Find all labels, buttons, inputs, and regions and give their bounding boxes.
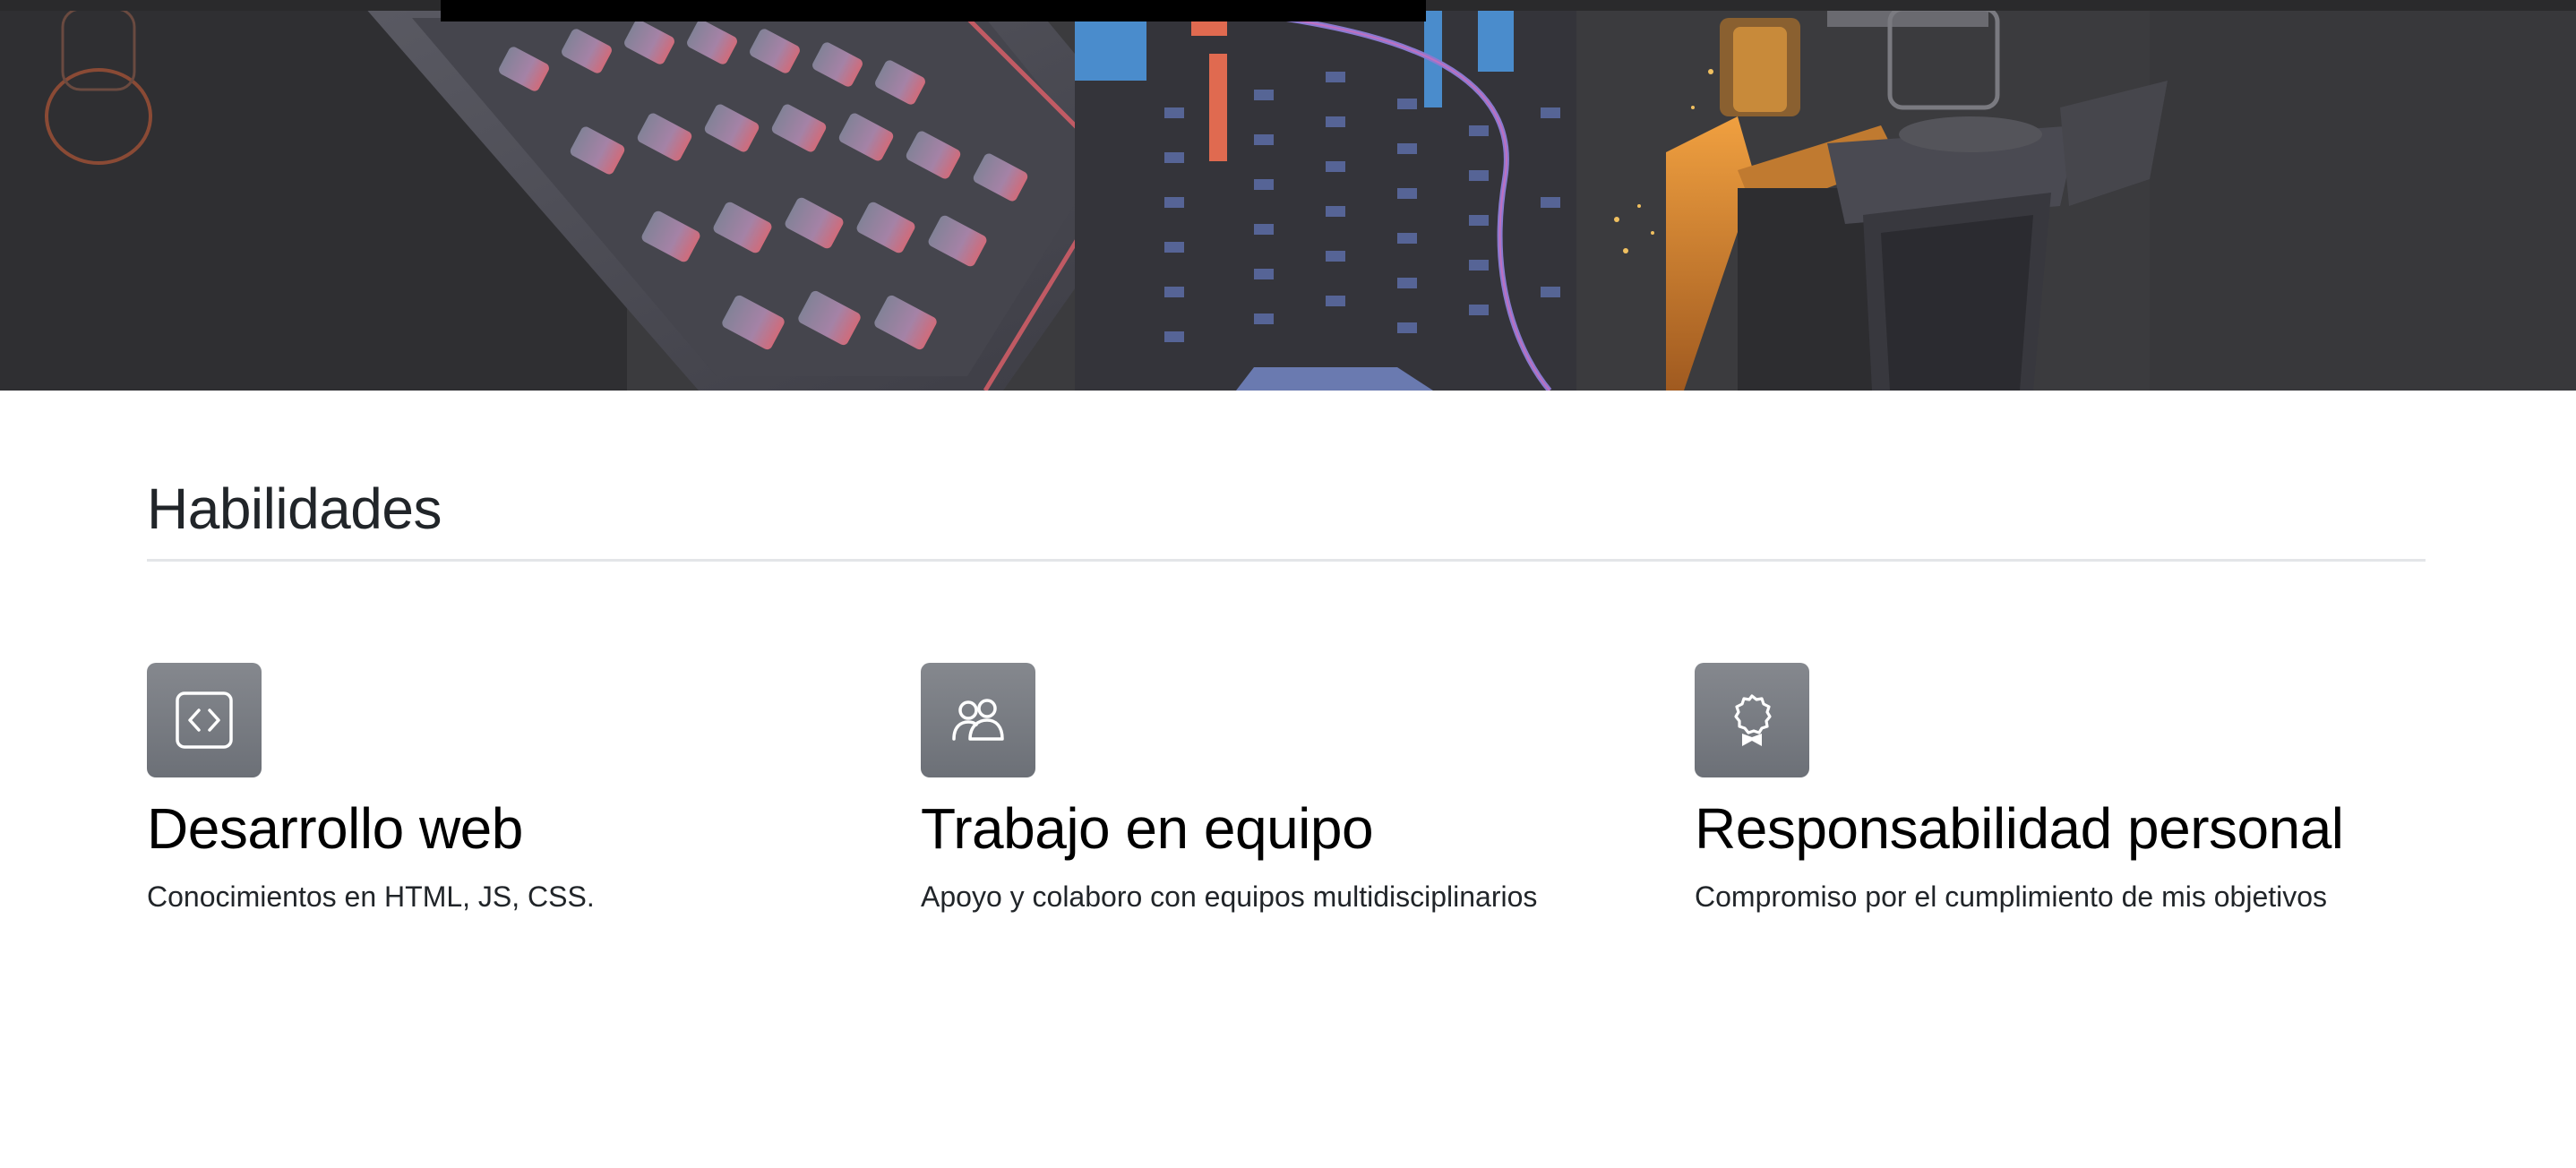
top-black-bar	[441, 0, 1426, 21]
skill-title: Desarrollo web	[147, 796, 523, 861]
section-title: Habilidades	[147, 477, 442, 541]
award-icon	[1695, 663, 1809, 777]
skill-card-web-development: Desarrollo web Conocimientos en HTML, JS…	[147, 663, 881, 913]
skill-card-teamwork: Trabajo en equipo Apoyo y colaboro con e…	[921, 663, 1655, 913]
code-icon-graphic	[176, 691, 233, 749]
skill-title: Trabajo en equipo	[921, 796, 1374, 861]
skill-card-personal-responsibility: Responsabilidad personal Compromiso por …	[1695, 663, 2429, 913]
people-icon-graphic	[952, 699, 1004, 741]
code-icon	[147, 663, 262, 777]
award-icon-graphic	[1734, 694, 1772, 746]
skill-description: Conocimientos en HTML, JS, CSS.	[147, 880, 595, 913]
skill-description: Apoyo y colaboro con equipos multidiscip…	[921, 880, 1538, 913]
people-icon	[921, 663, 1035, 777]
hero-illustration	[0, 0, 2576, 391]
skill-title: Responsabilidad personal	[1695, 796, 2344, 861]
skill-description: Compromiso por el cumplimiento de mis ob…	[1695, 880, 2328, 913]
section-divider	[147, 559, 2426, 562]
hero-banner	[0, 0, 2576, 391]
